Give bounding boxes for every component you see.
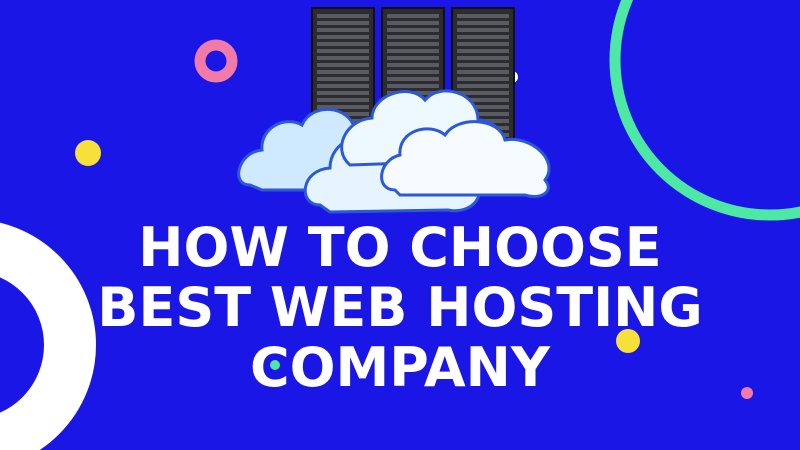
pink-ring-decoration <box>194 39 238 83</box>
server-slot <box>387 35 439 39</box>
server-slot <box>317 49 369 53</box>
server-slot <box>457 28 509 32</box>
server-slot <box>387 56 439 60</box>
headline-line-2: BEST WEB HOSTING <box>97 276 703 339</box>
server-slot <box>457 42 509 46</box>
server-slot <box>457 56 509 60</box>
server-slot <box>387 77 439 81</box>
server-slot <box>457 84 509 88</box>
server-slot <box>317 28 369 32</box>
server-slot <box>317 77 369 81</box>
server-slot <box>387 70 439 74</box>
server-slot <box>457 21 509 25</box>
server-slot <box>317 70 369 74</box>
server-slot <box>457 77 509 81</box>
yellow-dot-left <box>75 140 101 166</box>
server-slot <box>387 49 439 53</box>
green-ring-decoration <box>609 0 800 221</box>
headline-line-1: HOW TO CHOOSE <box>138 216 662 279</box>
server-slot <box>317 91 369 95</box>
server-slot <box>387 63 439 67</box>
server-slot <box>387 28 439 32</box>
server-slot <box>317 42 369 46</box>
server-slot <box>317 98 369 102</box>
headline-line-3: COMPANY <box>250 336 550 399</box>
server-slot <box>317 21 369 25</box>
server-slot <box>387 14 439 18</box>
server-slot <box>457 49 509 53</box>
server-slot <box>317 63 369 67</box>
server-slot <box>457 91 509 95</box>
headline: HOW TO CHOOSE BEST WEB HOSTING COMPANY <box>0 218 800 398</box>
server-slot <box>317 35 369 39</box>
server-slot <box>457 63 509 67</box>
server-slot <box>317 14 369 18</box>
server-slot <box>457 70 509 74</box>
server-slot <box>317 56 369 60</box>
server-slot <box>387 21 439 25</box>
server-slot <box>457 35 509 39</box>
server-slot <box>457 14 509 18</box>
server-slot <box>387 84 439 88</box>
server-slot <box>387 42 439 46</box>
thumbnail-canvas: HOW TO CHOOSE BEST WEB HOSTING COMPANY <box>0 0 800 450</box>
server-slot <box>317 84 369 88</box>
